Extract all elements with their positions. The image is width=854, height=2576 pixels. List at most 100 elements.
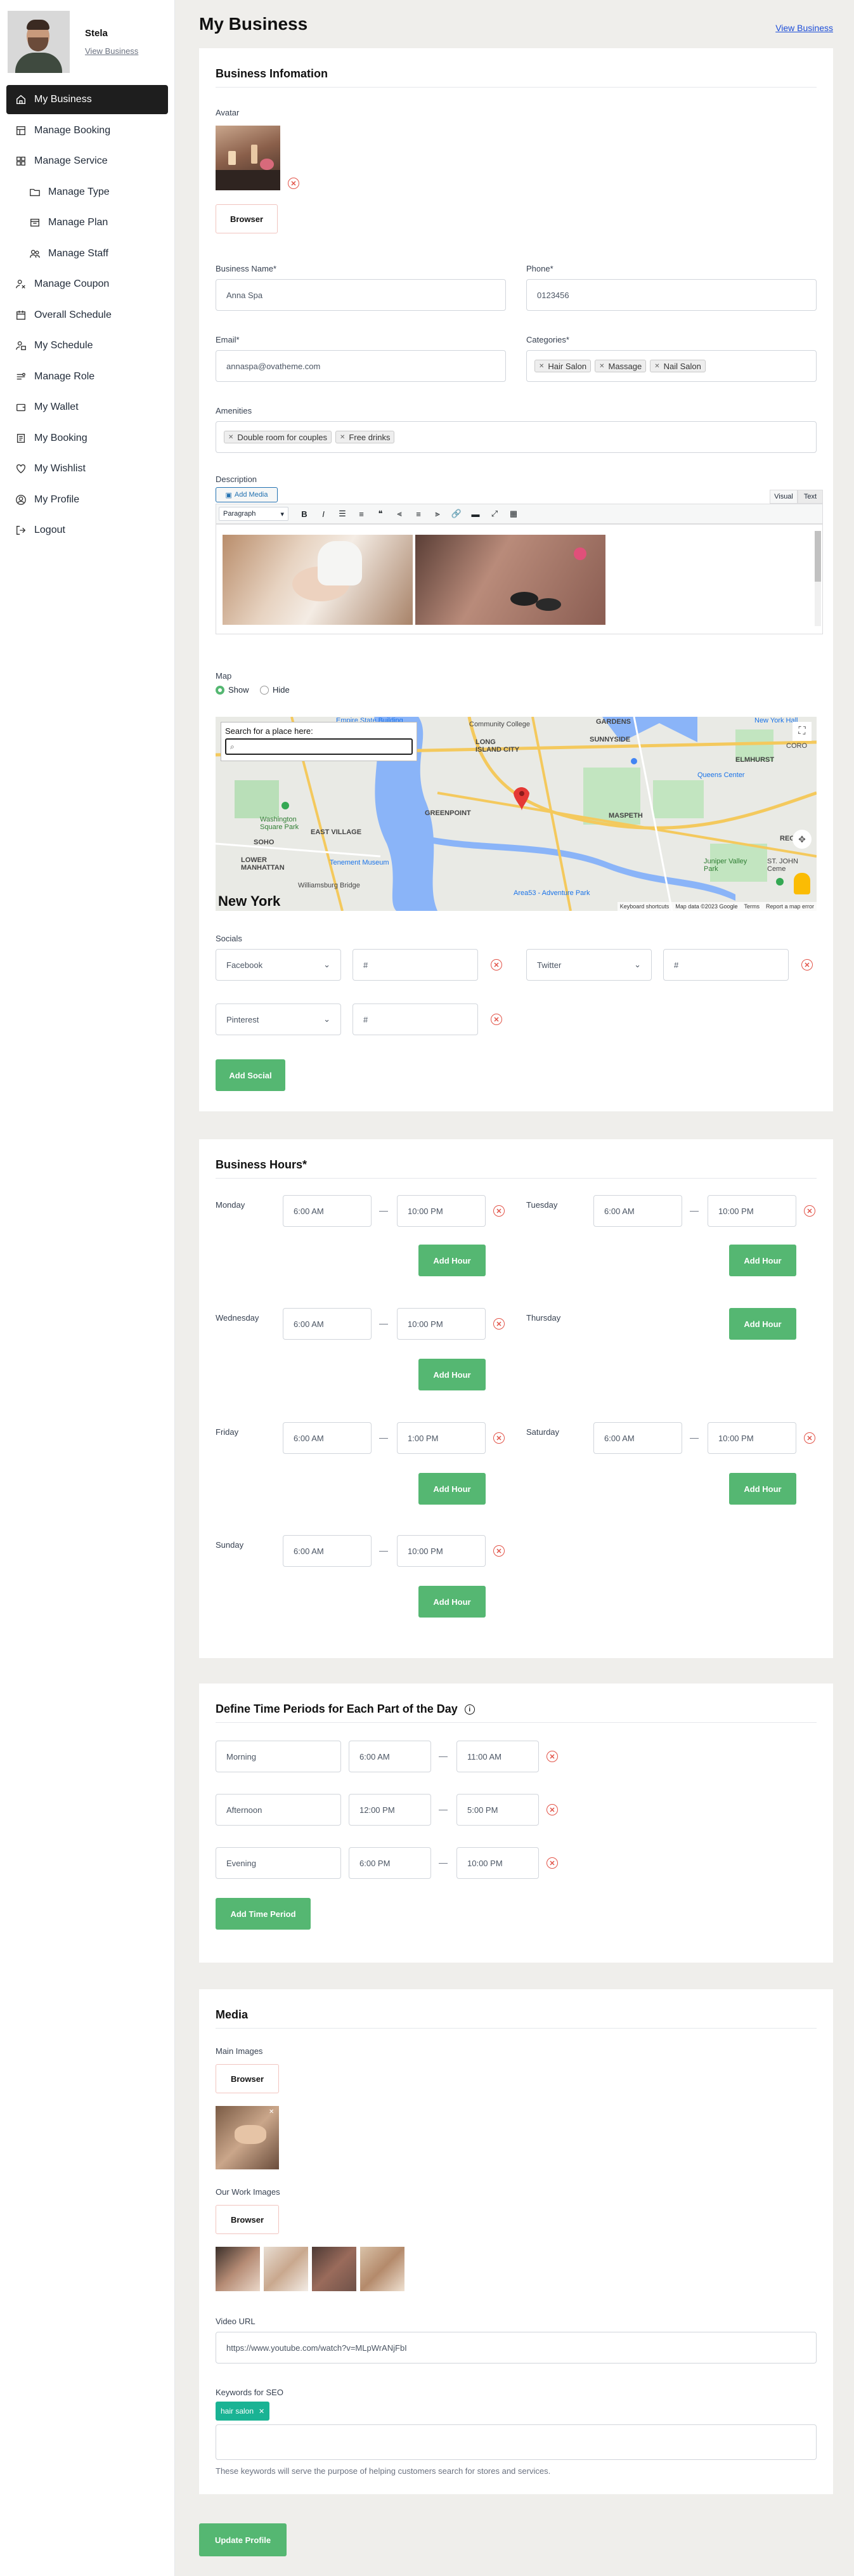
sidebar-item-my-schedule[interactable]: My Schedule [6,331,168,360]
remove-period-icon[interactable]: ✕ [547,1857,558,1869]
avatar-browser-button[interactable]: Browser [216,204,278,233]
remove-hour-icon[interactable]: ✕ [493,1545,505,1557]
sidebar-item-manage-service[interactable]: Manage Service [6,147,168,176]
link-icon[interactable]: 🔗 [447,506,466,521]
period-end-field[interactable]: 5:00 PM [456,1794,539,1826]
social-url-field[interactable]: # [353,949,478,981]
period-name-field[interactable]: Morning [216,1741,341,1772]
amenities-field[interactable]: ✕ Double room for couples ✕ Free drinks [216,421,817,453]
sidebar-item-logout[interactable]: Logout [6,516,168,545]
remove-social-icon[interactable]: ✕ [801,959,813,971]
paragraph-select[interactable]: Paragraph ▾ [219,507,288,521]
align-center-icon[interactable]: ≡ [409,506,428,521]
fullscreen-map-icon[interactable]: ⛶ [793,722,812,741]
category-tag[interactable]: ✕ Massage [595,360,647,372]
category-tag[interactable]: ✕ Hair Salon [534,360,592,372]
remove-tag-icon[interactable]: ✕ [340,434,345,441]
end-time-field[interactable]: 10:00 PM [708,1422,796,1454]
add-hour-button[interactable]: Add Hour [729,1308,796,1340]
remove-hour-icon[interactable]: ✕ [493,1318,505,1330]
categories-field[interactable]: ✕ Hair Salon ✕ Massage ✕ Nail Salon [526,350,817,382]
add-hour-button[interactable]: Add Hour [418,1586,486,1618]
blockquote-icon[interactable]: ❝ [371,506,390,521]
add-hour-button[interactable]: Add Hour [729,1245,796,1276]
end-time-field[interactable]: 1:00 PM [397,1422,486,1454]
video-url-field[interactable]: https://www.youtube.com/watch?v=MLpWrANj… [216,2332,817,2364]
remove-tag-icon[interactable]: ✕ [228,434,233,441]
toolbar-toggle-icon[interactable]: ▦ [504,506,523,521]
keyboard-shortcuts-link[interactable]: Keyboard shortcuts [620,903,670,910]
sidebar-item-manage-booking[interactable]: Manage Booking [6,116,168,145]
email-field[interactable]: annaspa@ovatheme.com [216,350,506,382]
align-left-icon[interactable]: ⫷ [390,506,409,521]
remove-keyword-icon[interactable]: ✕ [259,2407,264,2416]
start-time-field[interactable]: 6:00 AM [283,1308,372,1340]
more-icon[interactable]: ▬ [466,506,485,521]
remove-avatar-icon[interactable]: ✕ [288,178,299,189]
start-time-field[interactable]: 6:00 AM [593,1422,682,1454]
map-pan-control-icon[interactable]: ✥ [793,830,812,849]
add-hour-button[interactable]: Add Hour [418,1245,486,1276]
italic-button[interactable]: I [314,506,333,521]
sidebar-item-manage-plan[interactable]: Manage Plan [6,208,168,237]
view-business-top-link[interactable]: View Business [775,23,833,33]
keyword-tag[interactable]: hair salon ✕ [216,2402,270,2421]
start-time-field[interactable]: 6:00 AM [283,1422,372,1454]
main-images-browser-button[interactable]: Browser [216,2064,279,2093]
bullet-list-icon[interactable]: ☰ [333,506,352,521]
social-url-field[interactable]: # [663,949,789,981]
sidebar-item-manage-coupon[interactable]: Manage Coupon [6,270,168,299]
amenity-tag[interactable]: ✕ Double room for couples [224,431,332,443]
add-hour-button[interactable]: Add Hour [418,1359,486,1390]
remove-social-icon[interactable]: ✕ [491,1014,502,1025]
sidebar-item-my-wallet[interactable]: My Wallet [6,393,168,422]
social-network-select[interactable]: Pinterest ⌄ [216,1004,341,1035]
start-time-field[interactable]: 6:00 AM [283,1195,372,1227]
remove-tag-icon[interactable]: ✕ [654,363,659,370]
add-media-button[interactable]: ▣ Add Media [216,487,278,502]
remove-period-icon[interactable]: ✕ [547,1804,558,1815]
end-time-field[interactable]: 10:00 PM [708,1195,796,1227]
start-time-field[interactable]: 6:00 AM [593,1195,682,1227]
sidebar-item-manage-staff[interactable]: Manage Staff [6,239,168,268]
remove-hour-icon[interactable]: ✕ [493,1205,505,1217]
map-show-radio[interactable]: Show [216,685,249,695]
street-view-pegman-icon[interactable] [794,873,810,894]
add-hour-button[interactable]: Add Hour [418,1473,486,1505]
social-url-field[interactable]: # [353,1004,478,1035]
work-images-browser-button[interactable]: Browser [216,2205,279,2234]
period-start-field[interactable]: 6:00 AM [349,1741,431,1772]
social-network-select[interactable]: Facebook ⌄ [216,949,341,981]
image-remove-icon[interactable]: ✕ [269,2109,276,2116]
category-tag[interactable]: ✕ Nail Salon [650,360,706,372]
add-social-button[interactable]: Add Social [216,1059,285,1091]
remove-period-icon[interactable]: ✕ [547,1751,558,1762]
sidebar-item-manage-role[interactable]: Manage Role [6,362,168,391]
remove-hour-icon[interactable]: ✕ [804,1432,815,1444]
period-end-field[interactable]: 11:00 AM [456,1741,539,1772]
period-name-field[interactable]: Afternoon [216,1794,341,1826]
update-profile-button[interactable]: Update Profile [199,2523,287,2556]
social-network-select[interactable]: Twitter ⌄ [526,949,652,981]
report-error-link[interactable]: Report a map error [766,903,814,910]
end-time-field[interactable]: 10:00 PM [397,1535,486,1567]
view-business-link[interactable]: View Business [85,46,138,56]
map-hide-radio[interactable]: Hide [260,685,290,695]
sidebar-item-my-booking[interactable]: My Booking [6,424,168,453]
description-editor[interactable] [216,524,823,634]
end-time-field[interactable]: 10:00 PM [397,1308,486,1340]
amenity-tag[interactable]: ✕ Free drinks [335,431,395,443]
keywords-input[interactable] [216,2424,817,2460]
remove-hour-icon[interactable]: ✕ [493,1432,505,1444]
add-hour-button[interactable]: Add Hour [729,1473,796,1505]
sidebar-item-my-wishlist[interactable]: My Wishlist [6,454,168,483]
end-time-field[interactable]: 10:00 PM [397,1195,486,1227]
sidebar-item-my-business[interactable]: My Business [6,85,168,114]
business-name-field[interactable]: Anna Spa [216,279,506,311]
sidebar-item-overall-schedule[interactable]: Overall Schedule [6,301,168,330]
sidebar-item-manage-type[interactable]: Manage Type [6,178,168,207]
editor-scrollbar[interactable] [815,531,821,626]
period-start-field[interactable]: 12:00 PM [349,1794,431,1826]
remove-social-icon[interactable]: ✕ [491,959,502,971]
map-search-input[interactable]: ⌕ [225,738,413,755]
